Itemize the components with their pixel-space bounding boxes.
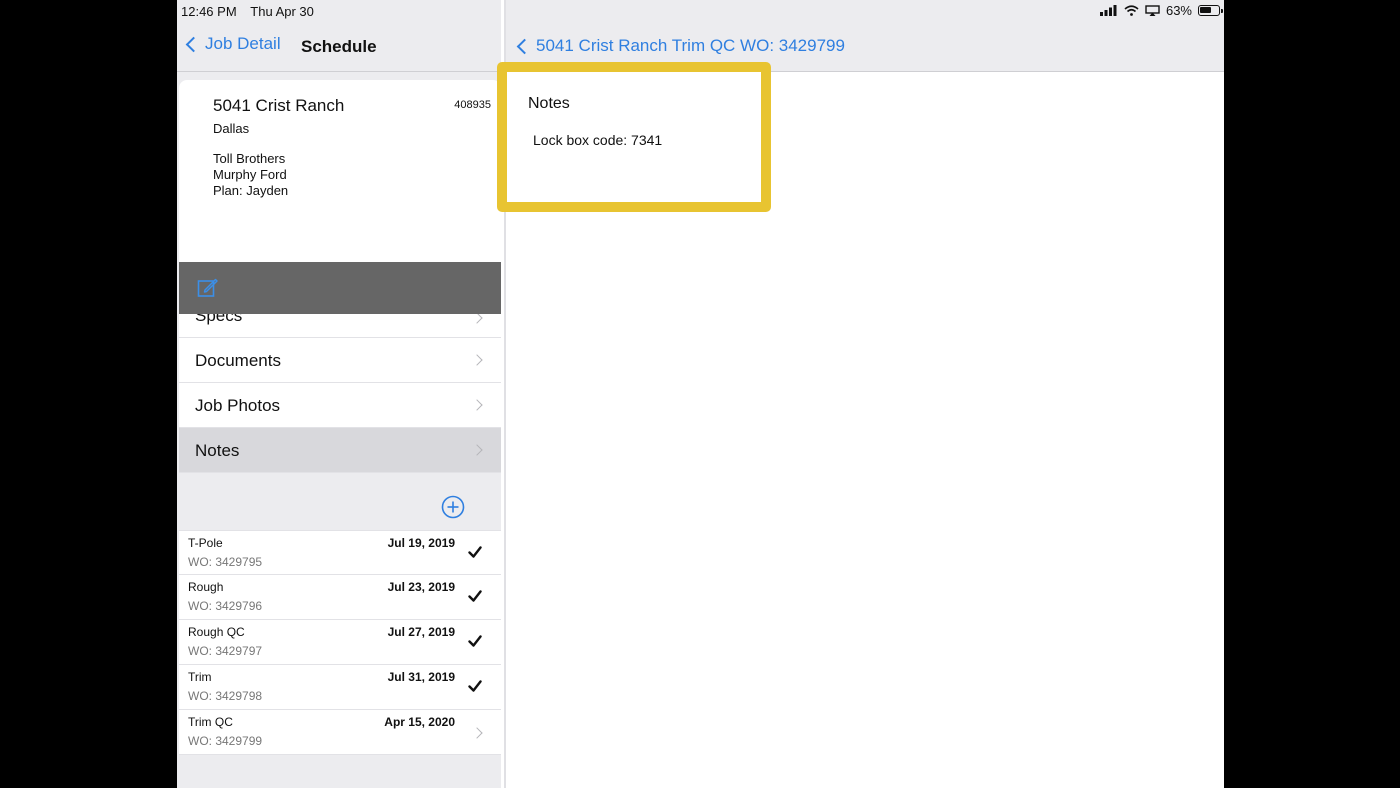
chevron-left-icon	[185, 36, 202, 52]
schedule-list: T-Pole WO: 3429795 Jul 19, 2019 Rough WO…	[179, 530, 501, 755]
schedule-title: Schedule	[301, 37, 377, 56]
job-number: 408935	[454, 99, 491, 111]
schedule-work-order: WO: 3429795	[188, 555, 263, 569]
right-pane: 63% 5041 Crist Ranch Trim QC WO: 3429799…	[497, 0, 1224, 788]
schedule-task-name: T-Pole	[188, 536, 223, 550]
schedule-work-order: WO: 3429799	[188, 734, 263, 748]
back-button-label: 5041 Crist Ranch Trim QC WO: 3429799	[536, 36, 845, 55]
schedule-row[interactable]: Rough WO: 3429796 Jul 23, 2019	[179, 575, 501, 620]
job-details: Toll Brothers Murphy Ford Plan: Jayden	[213, 151, 288, 199]
chevron-right-icon	[471, 399, 483, 411]
checkmark-icon	[468, 680, 482, 692]
ipad-screen: 12:46 PM Thu Apr 30 Job Detail Schedule …	[177, 0, 1224, 788]
schedule-date: Jul 23, 2019	[387, 580, 455, 594]
left-navigation-bar: Job Detail Schedule	[177, 24, 501, 72]
chevron-right-icon	[471, 314, 483, 324]
notes-text[interactable]: Lock box code: 7341	[533, 132, 662, 148]
checkmark-icon	[468, 546, 482, 558]
schedule-task-name: Trim	[188, 670, 212, 684]
wifi-icon	[1124, 5, 1139, 16]
left-pane: 12:46 PM Thu Apr 30 Job Detail Schedule …	[177, 0, 501, 788]
menu-item-label: Notes	[195, 441, 240, 460]
battery-percent: 63%	[1165, 3, 1192, 18]
schedule-work-order: WO: 3429797	[188, 644, 263, 658]
notes-heading: Notes	[528, 95, 570, 112]
chevron-left-icon	[516, 38, 533, 54]
schedule-date: Apr 15, 2020	[384, 715, 455, 729]
job-builder: Toll Brothers	[213, 151, 286, 166]
chevron-right-icon	[471, 354, 483, 366]
schedule-task-name: Rough QC	[188, 625, 245, 639]
schedule-date: Jul 31, 2019	[387, 670, 455, 684]
status-date: Thu Apr 30	[250, 4, 314, 19]
cellular-signal-icon	[1099, 5, 1117, 16]
job-menu: Specs Documents Job Photos Notes	[179, 314, 501, 473]
job-city: Dallas	[213, 121, 250, 136]
status-bar-right: 63%	[1099, 3, 1223, 18]
schedule-row[interactable]: T-Pole WO: 3429795 Jul 19, 2019	[179, 530, 501, 575]
checkmark-icon	[468, 590, 482, 602]
job-work-order-back-button[interactable]: 5041 Crist Ranch Trim QC WO: 3429799	[514, 36, 845, 56]
menu-item-notes[interactable]: Notes	[179, 428, 501, 473]
schedule-date: Jul 19, 2019	[387, 536, 455, 550]
chevron-right-icon	[471, 444, 483, 456]
status-bar-left: 12:46 PM Thu Apr 30	[181, 4, 314, 19]
notes-panel: Notes Lock box code: 7341	[497, 62, 771, 212]
menu-item-documents[interactable]: Documents	[179, 338, 501, 383]
job-address: 5041 Crist Ranch	[213, 96, 345, 115]
schedule-work-order: WO: 3429796	[188, 599, 263, 613]
schedule-row[interactable]: Trim WO: 3429798 Jul 31, 2019	[179, 665, 501, 710]
schedule-row[interactable]: Trim QC WO: 3429799 Apr 15, 2020	[179, 710, 501, 755]
job-info-card: 5041 Crist Ranch 408935 Dallas Toll Brot…	[179, 80, 501, 262]
add-circle-icon[interactable]	[441, 495, 465, 519]
menu-item-label: Job Photos	[195, 396, 281, 415]
job-action-bar	[179, 262, 501, 314]
status-time: 12:46 PM	[181, 4, 237, 19]
edit-note-icon[interactable]	[197, 277, 219, 299]
schedule-header	[179, 474, 501, 530]
checkmark-icon	[468, 635, 482, 647]
menu-item-label: Documents	[195, 351, 281, 370]
chevron-right-icon	[471, 727, 483, 739]
menu-item-specs[interactable]: Specs	[179, 314, 501, 338]
battery-icon	[1198, 5, 1223, 16]
schedule-task-name: Rough	[188, 580, 224, 594]
menu-item-job-photos[interactable]: Job Photos	[179, 383, 501, 428]
schedule-work-order: WO: 3429798	[188, 689, 263, 703]
battery-fill	[1200, 7, 1211, 13]
menu-item-label: Specs	[195, 314, 243, 325]
job-plan: Plan: Jayden	[213, 183, 289, 198]
job-contact: Murphy Ford	[213, 167, 287, 182]
schedule-task-name: Trim QC	[188, 715, 233, 729]
job-detail-back-button[interactable]: Job Detail	[183, 34, 281, 54]
back-button-label: Job Detail	[205, 34, 281, 53]
schedule-row[interactable]: Rough QC WO: 3429797 Jul 27, 2019	[179, 620, 501, 665]
screen-mirroring-icon	[1145, 5, 1160, 16]
schedule-date: Jul 27, 2019	[387, 625, 455, 639]
